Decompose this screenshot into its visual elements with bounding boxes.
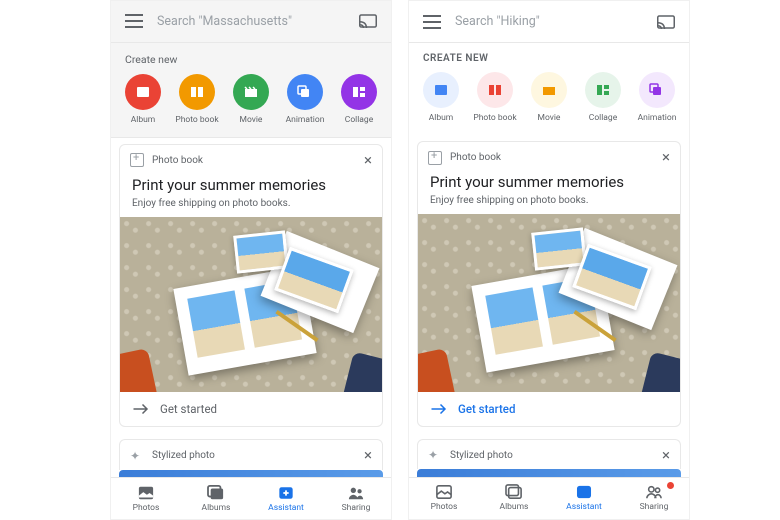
nav-label: Albums [202, 503, 231, 513]
animation-icon [649, 83, 665, 97]
action-label: Get started [458, 402, 515, 416]
sparkle-icon [428, 448, 442, 462]
phone-new: Search "Hiking" CREATE NEW Album Photo b… [408, 0, 690, 520]
create-chips: Album Photo book Movie Collage Animation [409, 68, 689, 135]
notification-badge [667, 482, 674, 489]
card-image [418, 214, 680, 391]
card-subtitle: Enjoy free shipping on photo books. [418, 195, 680, 214]
get-started-button[interactable]: Get started [120, 392, 382, 426]
close-icon[interactable]: × [364, 448, 372, 463]
chip-label: Photo book [473, 113, 516, 123]
chip-label: Album [429, 113, 454, 123]
bottom-nav: Photos Albums Assistant Sharing [409, 477, 689, 519]
stylized-card: Stylized photo × [119, 439, 383, 469]
nav-assistant[interactable]: Assistant [256, 485, 316, 513]
search-input[interactable]: Search "Hiking" [455, 14, 643, 29]
close-icon[interactable]: × [662, 448, 670, 463]
chip-label: Animation [286, 115, 325, 125]
get-started-button[interactable]: Get started [418, 392, 680, 426]
album-icon [135, 85, 151, 99]
stylized-card: Stylized photo × [417, 439, 681, 470]
topbar: Search "Hiking" [409, 1, 689, 43]
create-section: Create new Album Photo book Movie Animat… [111, 43, 391, 138]
card-image [120, 217, 382, 392]
card-header: Photo book × [120, 145, 382, 176]
chip-label: Photo book [175, 115, 218, 125]
movie-icon [541, 83, 557, 97]
card-title: Print your summer memories [120, 176, 382, 198]
chip-photobook[interactable]: Photo book [175, 74, 219, 125]
photobook-icon [189, 85, 205, 99]
chip-label: Animation [638, 113, 677, 123]
nav-label: Assistant [566, 502, 602, 512]
chip-movie[interactable]: Movie [527, 72, 571, 123]
menu-icon[interactable] [125, 14, 143, 28]
card-tag: Stylized photo [450, 450, 654, 461]
nav-label: Albums [500, 502, 529, 512]
nav-albums[interactable]: Albums [186, 485, 246, 513]
card-subtitle: Enjoy free shipping on photo books. [120, 198, 382, 217]
action-label: Get started [160, 402, 217, 416]
chip-label: Collage [345, 115, 373, 125]
card-title: Print your summer memories [418, 173, 680, 195]
card-header: Photo book × [418, 142, 680, 173]
create-chips: Album Photo book Movie Animation Collage [111, 70, 391, 137]
photobook-icon [130, 153, 144, 167]
nav-label: Sharing [640, 502, 669, 512]
album-icon [433, 83, 449, 97]
chip-album[interactable]: Album [121, 74, 165, 125]
chip-animation[interactable]: Animation [635, 72, 679, 123]
cast-icon[interactable] [657, 15, 675, 29]
cast-icon[interactable] [359, 14, 377, 28]
chip-album[interactable]: Album [419, 72, 463, 123]
menu-icon[interactable] [423, 15, 441, 29]
stylized-preview [119, 470, 383, 478]
nav-albums[interactable]: Albums [484, 484, 544, 512]
photobook-icon [487, 83, 503, 97]
nav-label: Photos [133, 503, 160, 513]
card-tag: Stylized photo [152, 450, 356, 461]
card-tag: Photo book [450, 152, 654, 163]
promo-card: Photo book × Print your summer memories … [417, 141, 681, 426]
close-icon[interactable]: × [662, 150, 670, 165]
collage-icon [351, 85, 367, 99]
search-input[interactable]: Search "Massachusetts" [157, 14, 345, 29]
nav-assistant[interactable]: Assistant [554, 484, 614, 512]
sparkle-icon [130, 449, 144, 463]
nav-sharing[interactable]: Sharing [624, 484, 684, 512]
create-section: CREATE NEW Album Photo book Movie Collag… [409, 43, 689, 135]
phone-old: Search "Massachusetts" Create new Album … [110, 0, 392, 520]
photobook-icon [428, 151, 442, 165]
chip-label: Movie [538, 113, 561, 123]
chip-label: Album [131, 115, 156, 125]
card-tag: Photo book [152, 155, 356, 166]
bottom-nav: Photos Albums Assistant Sharing [111, 477, 391, 519]
nav-sharing[interactable]: Sharing [326, 485, 386, 513]
chip-photobook[interactable]: Photo book [473, 72, 517, 123]
collage-icon [595, 83, 611, 97]
movie-icon [243, 85, 259, 99]
create-label: Create new [111, 43, 391, 70]
nav-label: Assistant [268, 503, 304, 513]
chip-movie[interactable]: Movie [229, 74, 273, 125]
chip-collage[interactable]: Collage [337, 74, 381, 125]
animation-icon [297, 85, 313, 99]
chip-animation[interactable]: Animation [283, 74, 327, 125]
chip-label: Movie [240, 115, 263, 125]
create-label: CREATE NEW [409, 43, 689, 68]
promo-card: Photo book × Print your summer memories … [119, 144, 383, 427]
nav-label: Sharing [342, 503, 371, 513]
chip-label: Collage [589, 113, 617, 123]
nav-label: Photos [431, 502, 458, 512]
chip-collage[interactable]: Collage [581, 72, 625, 123]
close-icon[interactable]: × [364, 153, 372, 168]
nav-photos[interactable]: Photos [414, 484, 474, 512]
nav-photos[interactable]: Photos [116, 485, 176, 513]
stylized-preview [417, 469, 681, 477]
topbar: Search "Massachusetts" [111, 1, 391, 43]
